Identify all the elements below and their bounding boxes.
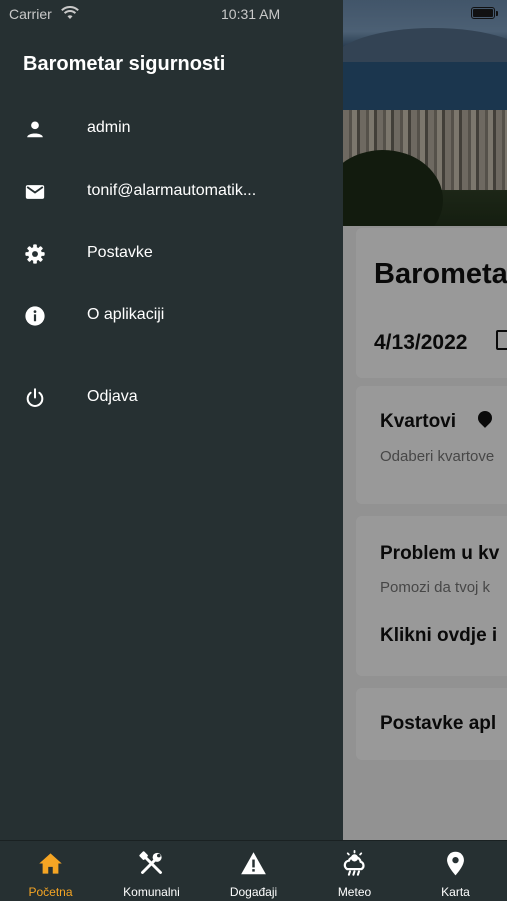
drawer-title: Barometar sigurnosti <box>23 53 226 75</box>
drawer-item-logout[interactable]: Odjava <box>0 372 343 424</box>
clock: 10:31 AM <box>221 6 281 22</box>
tab-pocetna[interactable]: Početna <box>0 841 101 901</box>
tab-komunalni[interactable]: Komunalni <box>101 841 202 901</box>
weather-icon <box>341 850 368 877</box>
tab-label: Početna <box>28 885 73 899</box>
tab-label: Događaji <box>229 885 278 899</box>
person-icon <box>24 118 46 140</box>
drawer-item-about[interactable]: O aplikaciji <box>0 290 343 342</box>
drawer-item-label: Postavke <box>87 244 153 261</box>
status-bar: Carrier 10:31 AM <box>0 0 507 28</box>
drawer-item-user[interactable]: admin <box>0 103 343 155</box>
drawer-item-label: Odjava <box>87 388 138 405</box>
bottom-tab-bar: Početna Komunalni Događaji Meteo Karta <box>0 840 507 900</box>
mail-icon <box>24 181 46 203</box>
tools-icon <box>138 850 165 877</box>
navigation-drawer: Barometar sigurnosti admin tonif@alarmau… <box>0 0 343 840</box>
drawer-item-email[interactable]: tonif@alarmautomatik... <box>0 166 343 218</box>
battery-icon <box>471 7 495 19</box>
drawer-item-label: admin <box>87 119 131 136</box>
tab-karta[interactable]: Karta <box>405 841 506 901</box>
drawer-item-label: tonif@alarmautomatik... <box>87 182 257 199</box>
wifi-icon <box>61 6 79 23</box>
tab-label: Komunalni <box>123 885 180 899</box>
tab-meteo[interactable]: Meteo <box>304 841 405 901</box>
home-icon <box>37 850 64 877</box>
tab-label: Meteo <box>337 885 372 899</box>
carrier-label: Carrier <box>9 6 52 22</box>
warning-icon <box>240 850 267 877</box>
tab-label: Karta <box>441 885 470 899</box>
tab-dogadaji[interactable]: Događaji <box>203 841 304 901</box>
drawer-item-settings[interactable]: Postavke <box>0 228 343 280</box>
drawer-scrim[interactable] <box>343 0 507 840</box>
gear-icon <box>24 243 46 265</box>
power-icon <box>24 387 46 409</box>
drawer-item-label: O aplikaciji <box>87 306 165 323</box>
location-pin-icon <box>442 850 469 877</box>
info-icon <box>24 305 46 327</box>
